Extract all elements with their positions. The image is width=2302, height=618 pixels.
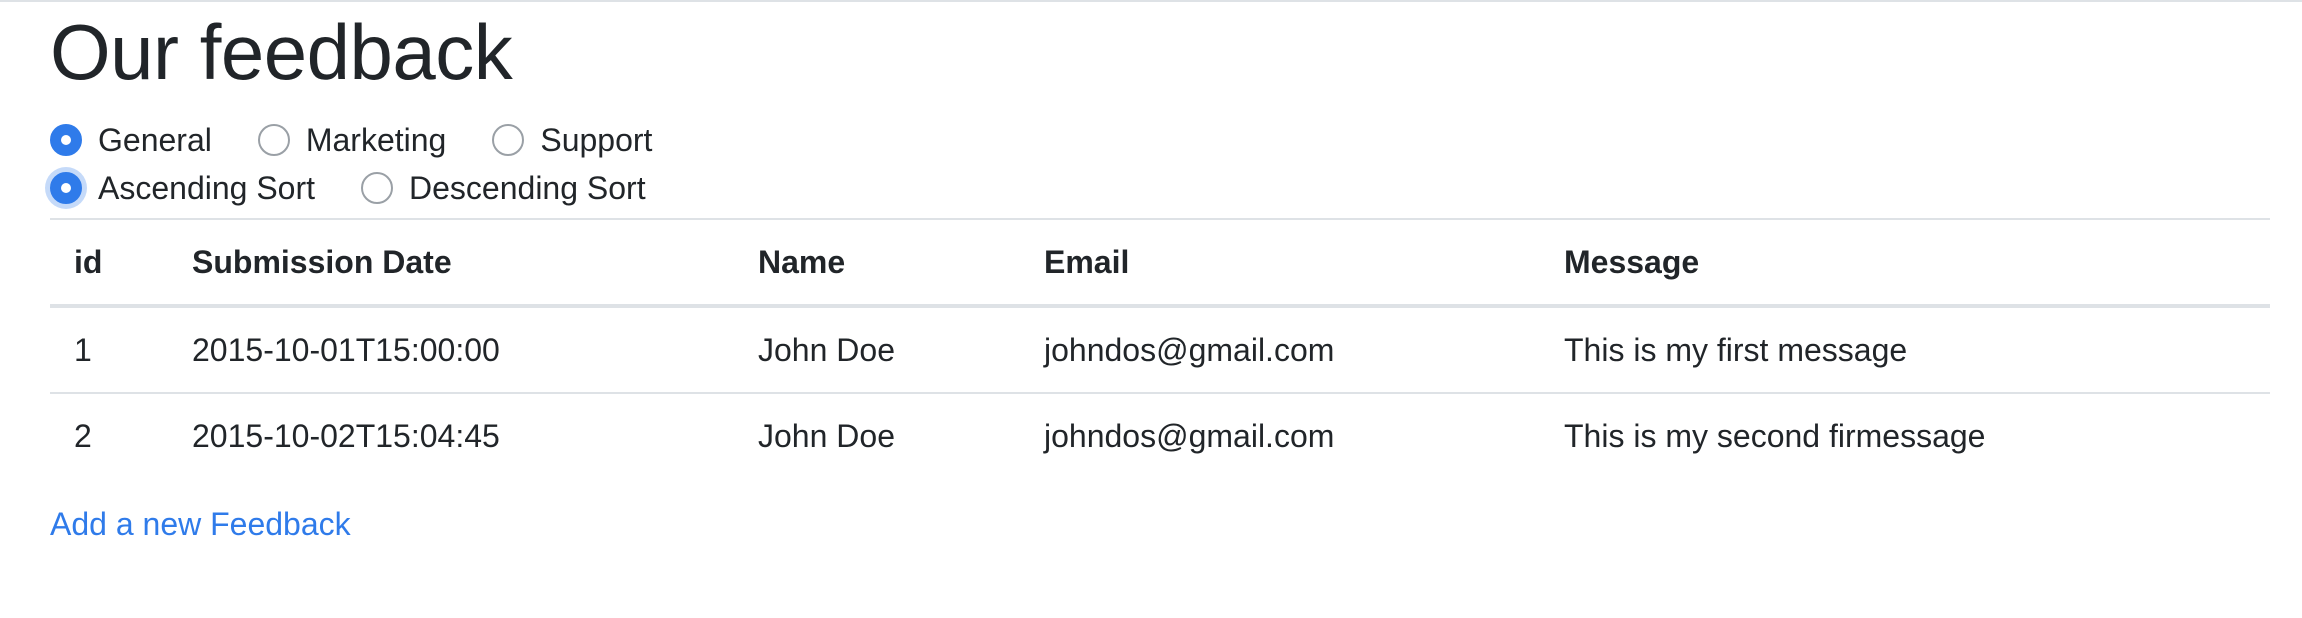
sort-radio-group: Ascending Sort Descending Sort (50, 164, 2270, 212)
column-header-name: Name (734, 218, 1020, 308)
cell-message: This is my first message (1540, 306, 2270, 394)
column-header-id: id (50, 218, 168, 308)
cell-submission-date: 2015-10-02T15:04:45 (192, 417, 500, 454)
feedback-page: Our feedback General Marketing Support A… (50, 2, 2270, 544)
column-header-message: Message (1540, 218, 2270, 308)
cell-email: johndos@gmail.com (1044, 417, 1335, 454)
category-radio-group: General Marketing Support (50, 116, 2270, 164)
table-row: 2 2015-10-02T15:04:45 John Doe johndos@g… (50, 393, 2270, 478)
radio-marketing-icon[interactable] (257, 124, 290, 156)
radio-option-descending[interactable]: Descending Sort (361, 168, 646, 208)
column-header-email: Email (1020, 218, 1540, 308)
radio-label-descending: Descending Sort (409, 170, 646, 206)
radio-label-ascending: Ascending Sort (98, 170, 316, 206)
page-title: Our feedback (50, 8, 513, 96)
add-feedback-link[interactable]: Add a new Feedback (50, 504, 351, 544)
cell-name: John Doe (758, 417, 895, 454)
radio-option-ascending[interactable]: Ascending Sort (50, 168, 315, 208)
radio-ascending-icon[interactable] (50, 172, 82, 204)
cell-id: 1 (50, 306, 168, 394)
radio-option-general[interactable]: General (50, 120, 212, 160)
cell-id: 2 (74, 417, 92, 454)
table-header-row: id Submission Date Name Email Message (50, 218, 2270, 308)
radio-label-general: General (98, 122, 212, 158)
cell-message: This is my second firmessage (1564, 417, 1986, 454)
cell-submission-date: 2015-10-01T15:00:00 (168, 306, 734, 394)
radio-support-icon[interactable] (492, 124, 525, 156)
radio-general-icon[interactable] (50, 124, 82, 156)
radio-option-marketing[interactable]: Marketing (257, 120, 447, 160)
feedback-table: id Submission Date Name Email Message 1 … (50, 218, 2270, 478)
cell-name: John Doe (734, 306, 1020, 394)
column-header-submission-date: Submission Date (168, 218, 734, 308)
radio-label-support: Support (540, 122, 653, 158)
radio-descending-icon[interactable] (361, 172, 394, 204)
radio-option-support[interactable]: Support (492, 120, 652, 160)
cell-email: johndos@gmail.com (1020, 306, 1540, 394)
table-row: 1 2015-10-01T15:00:00 John Doe johndos@g… (50, 306, 2270, 394)
radio-label-marketing: Marketing (305, 122, 447, 158)
